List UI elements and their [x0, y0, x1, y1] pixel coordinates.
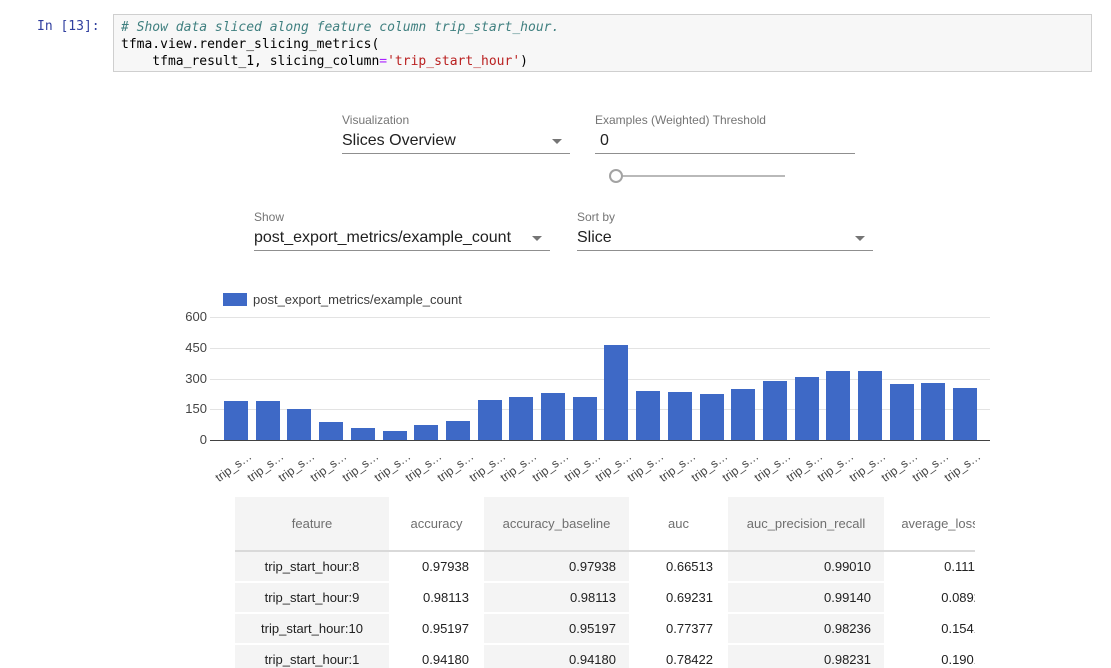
feature-cell: trip_start_hour:1: [235, 644, 390, 668]
gridline: [210, 348, 990, 349]
x-axis-line: [210, 440, 990, 441]
code-line-3: tfma_result_1, slicing_column='trip_star…: [121, 53, 1091, 70]
visualization-label: Visualization: [342, 113, 409, 127]
metric-cell: 0.1111: [885, 551, 975, 582]
bar-14[interactable]: [668, 392, 692, 440]
code-editor[interactable]: # Show data sliced along feature column …: [113, 14, 1092, 72]
gridline: [210, 317, 990, 318]
legend-swatch: [223, 293, 247, 306]
y-axis-label: 300: [160, 371, 207, 386]
bar-8[interactable]: [478, 400, 502, 440]
table-header-cell[interactable]: average_loss: [885, 497, 975, 551]
metric-cell: 0.95197: [483, 613, 630, 644]
metric-cell: 0.98231: [727, 644, 885, 668]
bar-20[interactable]: [858, 371, 882, 440]
bar-18[interactable]: [795, 377, 819, 440]
legend-label: post_export_metrics/example_count: [253, 292, 462, 307]
bar-10[interactable]: [541, 393, 565, 440]
bar-9[interactable]: [509, 397, 533, 440]
bar-17[interactable]: [763, 381, 787, 440]
metric-cell: 0.98113: [390, 582, 483, 613]
threshold-label: Examples (Weighted) Threshold: [595, 113, 766, 127]
sortby-value: Slice: [577, 229, 612, 246]
show-label: Show: [254, 210, 284, 224]
bar-6[interactable]: [414, 425, 438, 440]
metric-cell: 0.97938: [483, 551, 630, 582]
table-header-cell[interactable]: auc: [630, 497, 727, 551]
metric-cell: 0.99010: [727, 551, 885, 582]
bar-1[interactable]: [256, 401, 280, 440]
notebook-page: In [13]: # Show data sliced along featur…: [0, 0, 1111, 668]
threshold-input[interactable]: 0: [595, 131, 855, 154]
bar-11[interactable]: [573, 397, 597, 440]
bar-23[interactable]: [953, 388, 977, 440]
y-axis-label: 150: [160, 401, 207, 416]
metrics-table: featureaccuracyaccuracy_baselineaucauc_p…: [235, 497, 975, 668]
feature-cell: trip_start_hour:10: [235, 613, 390, 644]
sortby-dropdown[interactable]: Slice: [577, 228, 873, 251]
table-header-cell[interactable]: feature: [235, 497, 390, 551]
bar-19[interactable]: [826, 371, 850, 440]
metric-cell: 0.95197: [390, 613, 483, 644]
visualization-dropdown[interactable]: Slices Overview: [342, 131, 570, 154]
bar-4[interactable]: [351, 428, 375, 440]
code-line-2: tfma.view.render_slicing_metrics(: [121, 36, 1091, 53]
metric-cell: 0.78422: [630, 644, 727, 668]
metric-cell: 0.97938: [390, 551, 483, 582]
table-header-row: featureaccuracyaccuracy_baselineaucauc_p…: [235, 497, 975, 551]
show-dropdown[interactable]: post_export_metrics/example_count: [254, 228, 550, 251]
chevron-down-icon[interactable]: [532, 236, 542, 241]
bar-5[interactable]: [383, 431, 407, 440]
bar-3[interactable]: [319, 422, 343, 440]
chevron-down-icon[interactable]: [855, 236, 865, 241]
visualization-value: Slices Overview: [342, 132, 456, 149]
y-axis-label: 600: [160, 309, 207, 324]
bar-13[interactable]: [636, 391, 660, 440]
metric-cell: 0.98236: [727, 613, 885, 644]
table-row: trip_start_hour:80.979380.979380.665130.…: [235, 551, 975, 582]
feature-cell: trip_start_hour:8: [235, 551, 390, 582]
bar-2[interactable]: [287, 409, 311, 440]
metric-cell: 0.69231: [630, 582, 727, 613]
bar-12[interactable]: [604, 345, 628, 440]
bar-0[interactable]: [224, 401, 248, 440]
metric-cell: 0.98113: [483, 582, 630, 613]
table-header-cell[interactable]: accuracy_baseline: [483, 497, 630, 551]
y-axis-label: 450: [160, 340, 207, 355]
bar-22[interactable]: [921, 383, 945, 440]
metric-cell: 0.66513: [630, 551, 727, 582]
table-header-cell[interactable]: auc_precision_recall: [727, 497, 885, 551]
metric-cell: 0.94180: [390, 644, 483, 668]
metric-cell: 0.1901: [885, 644, 975, 668]
table-header-cell[interactable]: accuracy: [390, 497, 483, 551]
feature-cell: trip_start_hour:9: [235, 582, 390, 613]
metric-cell: 0.99140: [727, 582, 885, 613]
y-axis-label: 0: [160, 432, 207, 447]
cell-prompt: In [13]:: [37, 19, 100, 34]
code-comment-line: # Show data sliced along feature column …: [121, 19, 1091, 36]
metric-cell: 0.77377: [630, 613, 727, 644]
table-row: trip_start_hour:100.951970.951970.773770…: [235, 613, 975, 644]
slider-track[interactable]: [616, 175, 785, 177]
metric-cell: 0.0892: [885, 582, 975, 613]
metrics-table-container: featureaccuracyaccuracy_baselineaucauc_p…: [235, 497, 975, 668]
bar-15[interactable]: [700, 394, 724, 440]
sortby-label: Sort by: [577, 210, 615, 224]
table-row: trip_start_hour:10.941800.941800.784220.…: [235, 644, 975, 668]
bar-7[interactable]: [446, 421, 470, 440]
show-value: post_export_metrics/example_count: [254, 229, 511, 246]
table-row: trip_start_hour:90.981130.981130.692310.…: [235, 582, 975, 613]
threshold-value: 0: [600, 132, 609, 149]
chevron-down-icon[interactable]: [552, 139, 562, 144]
bar-21[interactable]: [890, 384, 914, 440]
metric-cell: 0.1541: [885, 613, 975, 644]
bar-16[interactable]: [731, 389, 755, 440]
slider-knob[interactable]: [609, 169, 623, 183]
metric-cell: 0.94180: [483, 644, 630, 668]
